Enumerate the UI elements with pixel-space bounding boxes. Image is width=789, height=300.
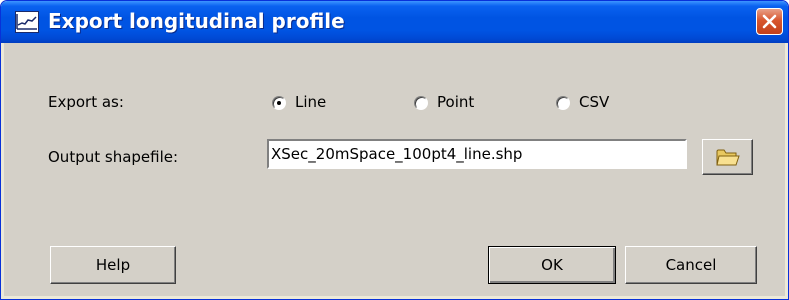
help-button[interactable]: Help (50, 246, 176, 284)
radio-csv-label[interactable]: CSV (579, 93, 609, 111)
dialog-title: Export longitudinal profile (48, 9, 345, 33)
close-button[interactable] (756, 8, 783, 35)
radio-csv[interactable] (556, 96, 570, 110)
radio-selected-dot (277, 101, 281, 105)
browse-button[interactable] (702, 139, 753, 175)
radio-line-label[interactable]: Line (295, 93, 326, 111)
cancel-button[interactable]: Cancel (625, 246, 757, 284)
output-shapefile-label: Output shapefile: (48, 148, 179, 166)
radio-point[interactable] (414, 96, 428, 110)
output-shapefile-input[interactable]: XSec_20mSpace_100pt4_line.shp (267, 139, 687, 169)
ok-button[interactable]: OK (488, 246, 616, 284)
close-icon (762, 14, 777, 29)
folder-icon (716, 149, 740, 166)
export-as-label: Export as: (48, 93, 124, 111)
radio-line[interactable] (272, 96, 286, 110)
radio-point-label[interactable]: Point (437, 93, 474, 111)
title-bar[interactable]: Export longitudinal profile (1, 1, 788, 43)
profile-chart-icon (15, 11, 39, 33)
export-dialog: Export longitudinal profile Export as: L… (0, 0, 789, 300)
